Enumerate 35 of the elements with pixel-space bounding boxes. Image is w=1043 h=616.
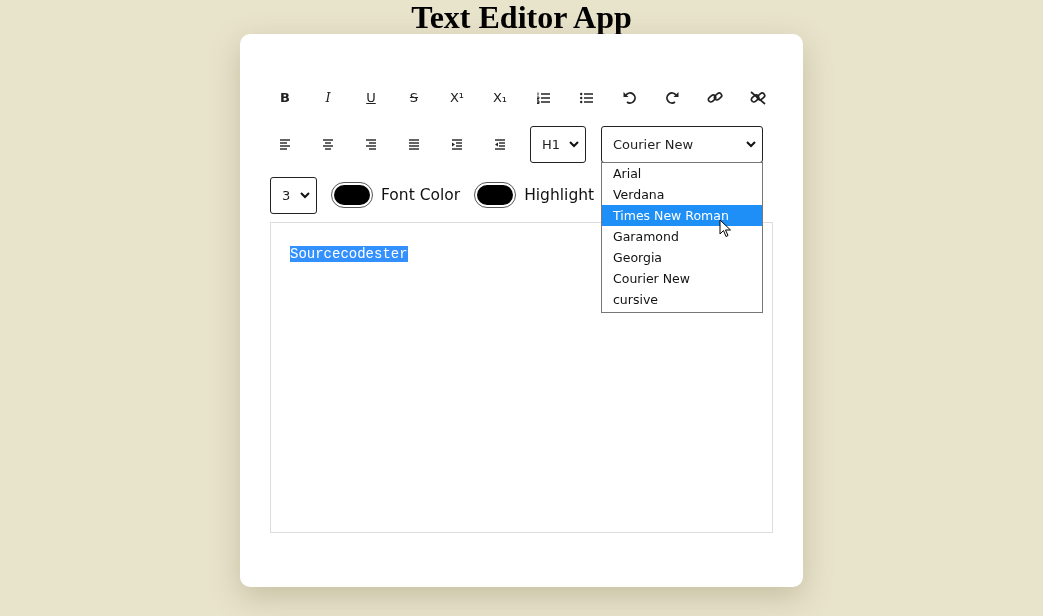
redo-icon [665, 91, 679, 104]
superscript-button[interactable]: X¹ [442, 82, 472, 113]
font-size-select[interactable]: 3 [270, 176, 317, 214]
color-picker-label: Highlight [524, 186, 595, 204]
justify-icon [408, 139, 420, 150]
heading-select[interactable]: H1 [530, 126, 586, 163]
font-option[interactable]: Georgia [602, 247, 762, 268]
font-select[interactable]: Courier New [601, 126, 763, 163]
page-title: Text Editor App [411, 0, 632, 34]
bold-button[interactable]: B [270, 82, 300, 113]
align-right-icon [365, 139, 377, 150]
font-option[interactable]: Garamond [602, 226, 762, 247]
numbered-list-icon [536, 91, 550, 104]
font-option[interactable]: Verdana [602, 184, 762, 205]
chevron-icon [746, 141, 756, 148]
subscript-button[interactable]: X₁ [485, 82, 515, 113]
align-left-icon [279, 139, 291, 150]
mouse-pointer-icon [719, 219, 732, 238]
strikethrough-button[interactable]: S [399, 82, 429, 113]
align-center-icon [322, 139, 334, 150]
bullet-list-icon [579, 91, 593, 104]
outdent-icon [494, 139, 506, 150]
link-icon [707, 90, 723, 105]
undo-icon [622, 91, 636, 104]
chevron-icon [300, 191, 310, 199]
italic-button[interactable]: I [313, 82, 343, 113]
color-picker-label: Font Color [381, 186, 461, 204]
editor-text: Sourcecodester [290, 246, 408, 262]
font-option[interactable]: Courier New [602, 268, 762, 289]
font-option[interactable]: Arial [602, 163, 762, 184]
chevron-icon [569, 141, 579, 148]
font-option[interactable]: cursive [602, 289, 762, 310]
indent-icon [451, 139, 463, 150]
underline-button[interactable]: U [356, 82, 386, 113]
unlink-icon [750, 90, 766, 105]
